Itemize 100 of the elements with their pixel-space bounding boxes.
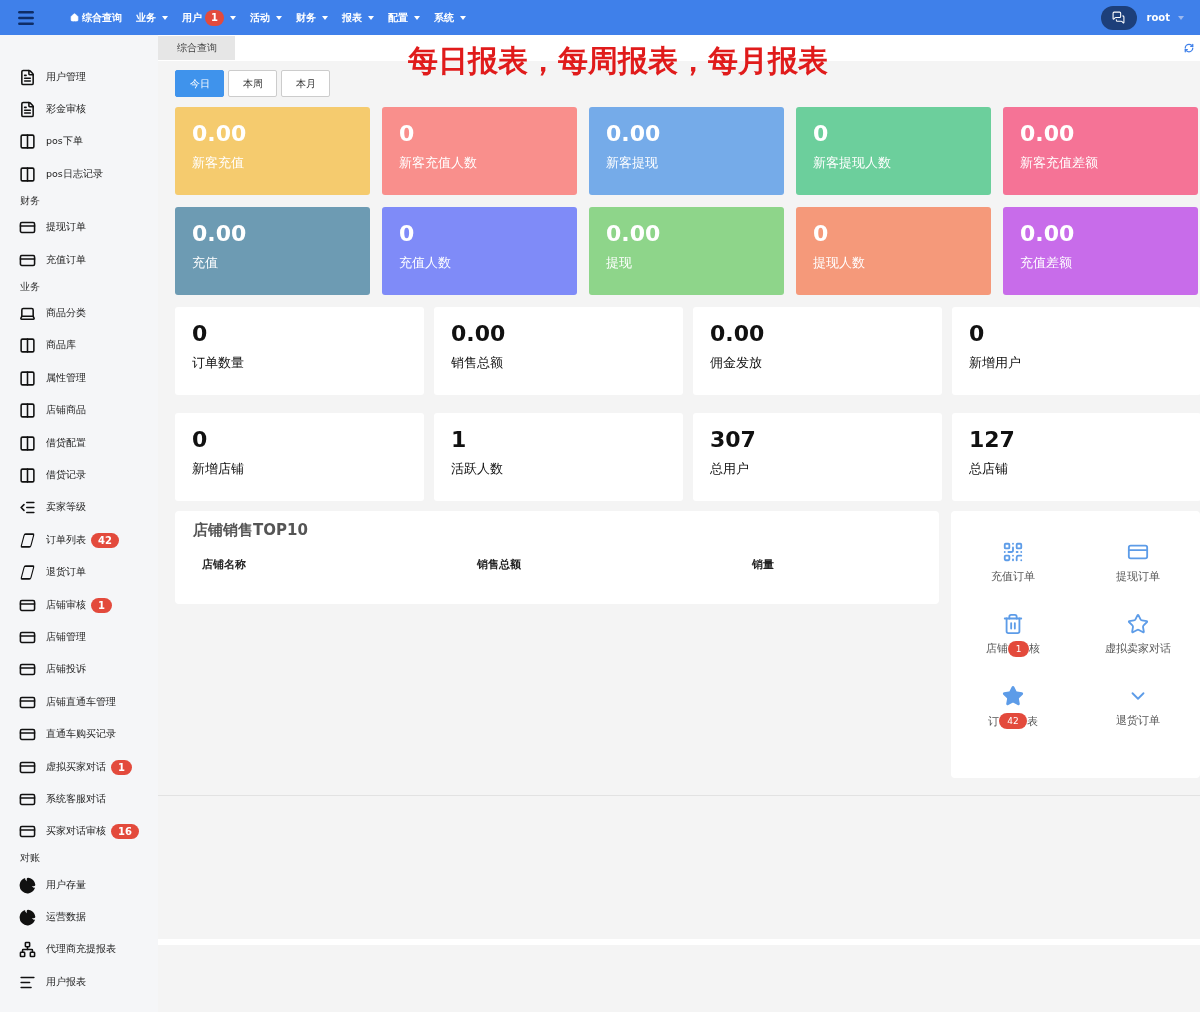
stat-label: 新客充值差额	[1020, 154, 1099, 172]
nav-menu-item[interactable]: 业务	[136, 10, 168, 25]
shortcut-link[interactable]: 店铺 1 核	[950, 612, 1076, 686]
panel-title: 店铺销售TOP10	[193, 521, 309, 540]
sidebar-label: 订单列表	[46, 533, 86, 547]
sidebar-item[interactable]: 借贷配置	[0, 426, 158, 460]
caret-icon	[275, 15, 282, 20]
caret-icon	[367, 15, 374, 20]
column-header: 店铺名称	[202, 558, 247, 572]
stat-label: 总店铺	[969, 460, 1009, 478]
sidebar-label: 买家对话审核	[46, 825, 106, 839]
stat-value: 0	[399, 221, 416, 246]
sidebar-item[interactable]: 店铺投诉	[0, 653, 158, 687]
sidebar-label: 店铺审核	[46, 598, 86, 612]
sidebar-item[interactable]: 借贷记录	[0, 459, 158, 492]
count-badge: 42	[999, 713, 1027, 730]
sidebar-label: 系统客服对话	[46, 792, 106, 806]
sidebar-item[interactable]: 代理商充提报表	[0, 933, 158, 967]
refresh-icon[interactable]	[1184, 43, 1194, 53]
sidebar-section-label: 对账	[19, 851, 41, 866]
tablet-icon	[18, 531, 37, 549]
sidebar-item[interactable]: 商品分类	[0, 297, 158, 330]
sidebar-label: pos下单	[46, 135, 83, 149]
stat-label: 新客充值	[192, 154, 245, 172]
sidebar-item[interactable]: 店铺管理	[0, 621, 158, 654]
hierarchy-icon	[19, 941, 36, 959]
shortcut-label: 提现订单	[1115, 569, 1160, 584]
shortcut-link[interactable]: 退货订单	[1075, 685, 1200, 758]
count-badge: 42	[91, 532, 119, 548]
sidebar-item[interactable]: 订单列表 42	[0, 524, 158, 557]
sidebar-item[interactable]: pos下单	[0, 125, 158, 159]
shortcut-label: 订	[988, 713, 1000, 729]
sidebar-label: 店铺投诉	[46, 663, 86, 677]
sidebar-item[interactable]: 店铺商品	[0, 394, 158, 427]
sidebar-item[interactable]: 充值订单	[0, 243, 158, 277]
sidebar-label: 虚拟买家对话	[46, 760, 106, 774]
pie-icon	[19, 876, 36, 894]
shortcut-link[interactable]: 订 42 表	[950, 685, 1076, 758]
stat-label: 新增用户	[969, 354, 1022, 372]
sidebar-item[interactable]: 用户报表	[0, 966, 158, 999]
caret-icon	[413, 15, 420, 20]
nav-menu-item[interactable]: 系统	[433, 10, 466, 25]
stat-value: 0	[969, 321, 986, 346]
sidebar-section-label: 业务	[19, 279, 41, 294]
shortcut-link[interactable]: 提现订单	[1075, 541, 1200, 613]
pie-icon	[19, 909, 36, 927]
qr-code-icon	[1002, 541, 1025, 563]
chat-button[interactable]	[1100, 5, 1137, 30]
caret-icon	[229, 15, 236, 20]
sidebar-label: 借贷记录	[46, 469, 86, 482]
sidebar-label: 借贷配置	[46, 436, 86, 450]
nav-menu-item[interactable]: 配置	[387, 10, 420, 25]
sidebar-label: 彩金审核	[46, 103, 86, 117]
nav-menu-item[interactable]: 用户 1	[182, 9, 236, 26]
sidebar-item[interactable]: 买家对话审核 16	[0, 815, 158, 848]
sidebar-item[interactable]: 虚拟买家对话 1	[0, 750, 158, 784]
stat-value: 0.00	[1020, 221, 1076, 246]
sidebar-item[interactable]: 用户管理	[0, 61, 158, 94]
sidebar-item[interactable]: 提现订单	[0, 211, 158, 244]
sidebar-item[interactable]: 属性管理	[0, 362, 158, 395]
sidebar-item[interactable]: 商品库	[0, 329, 158, 363]
stat-value: 0.00	[1020, 121, 1076, 146]
period-tab[interactable]: 本周	[228, 70, 277, 97]
stat-value: 0.00	[710, 321, 766, 346]
nav-menu-item[interactable]: 报表	[341, 10, 374, 25]
stat-value: 0.00	[606, 121, 662, 146]
stat-label: 充值差额	[1020, 254, 1073, 272]
sidebar-item[interactable]: 退货订单	[0, 556, 158, 589]
sidebar-item[interactable]: 运营数据	[0, 901, 158, 934]
stat-value: 0.00	[451, 321, 507, 346]
star-icon	[1126, 612, 1149, 635]
stat-label: 活跃人数	[451, 460, 504, 478]
stat-value: 127	[969, 427, 1016, 452]
nav-menu-item[interactable]: 综合查询	[70, 10, 122, 25]
shortcut-link[interactable]: 虚拟卖家对话	[1075, 612, 1200, 686]
sidebar-item[interactable]: 卖家等级	[0, 491, 158, 525]
sidebar-item[interactable]: 直通车购买记录	[0, 718, 158, 751]
sidebar-item[interactable]: 店铺审核 1	[0, 588, 158, 622]
columns-icon	[19, 369, 36, 387]
shortcut-link[interactable]: 充值订单	[950, 541, 1076, 613]
count-badge: 1	[1007, 640, 1030, 657]
trash-icon	[1002, 612, 1025, 635]
sidebar-item[interactable]: 彩金审核	[0, 93, 158, 126]
sidebar-label: 用户存量	[46, 878, 86, 892]
sidebar-item[interactable]: 系统客服对话	[0, 783, 158, 816]
count-badge: 16	[111, 824, 139, 840]
stat-label: 新客充值人数	[399, 154, 478, 172]
document-icon	[19, 68, 36, 86]
shortcut-label: 充值订单	[991, 569, 1036, 584]
sidebar-item[interactable]: pos日志记录	[0, 158, 158, 191]
nav-menu-item[interactable]: 活动	[249, 10, 282, 25]
chat-icon	[1112, 11, 1126, 24]
sidebar-section-label: 财务	[19, 194, 41, 209]
stat-value: 0.00	[606, 221, 662, 246]
sidebar-item[interactable]: 店铺直通车管理	[0, 686, 158, 719]
nav-menu-item[interactable]: 财务	[295, 10, 328, 25]
page-tab[interactable]: 综合查询	[158, 36, 235, 60]
sidebar-item[interactable]: 用户存量	[0, 869, 158, 902]
period-tab[interactable]: 本月	[281, 70, 330, 97]
user-menu[interactable]: root	[1146, 12, 1170, 23]
